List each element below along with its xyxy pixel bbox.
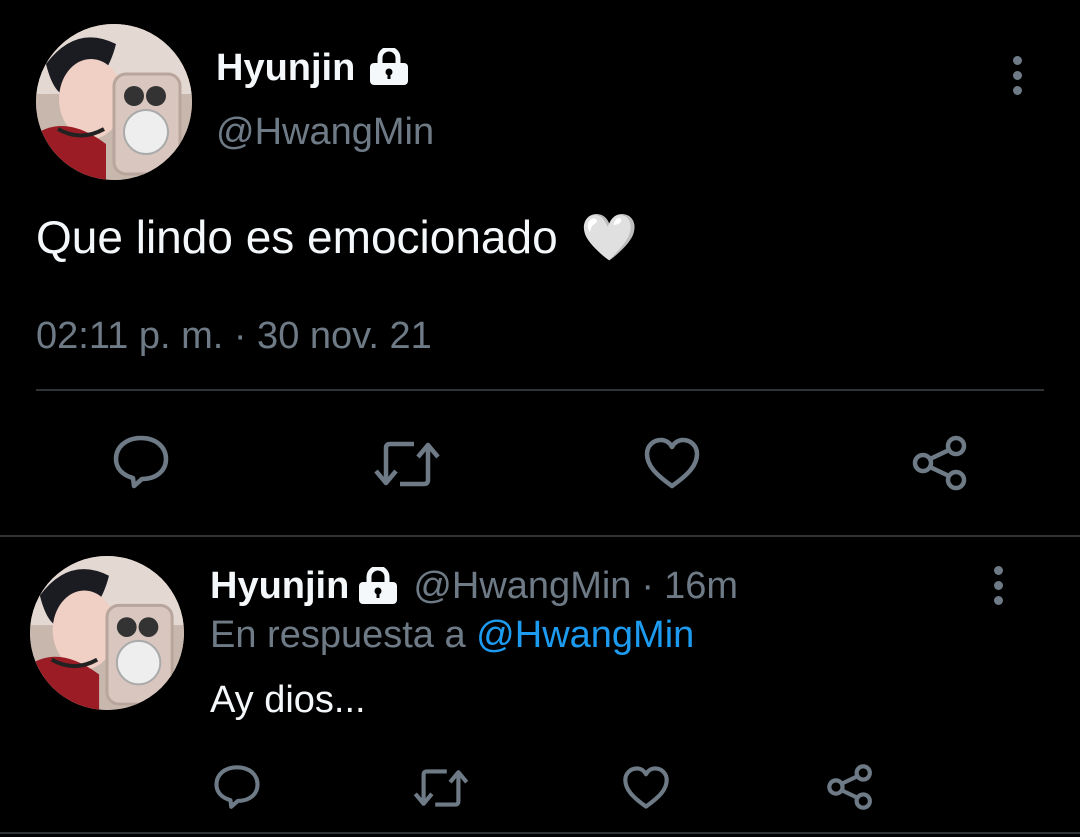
reply-author-avatar[interactable]	[30, 556, 184, 710]
separator-dot: ·	[641, 565, 655, 607]
tweet-text-row: Que lindo es emocionado 🤍	[36, 208, 638, 266]
reply-header: Hyunjin @HwangMin · 16m	[210, 563, 738, 609]
tweet-text: Que lindo es emocionado	[36, 211, 558, 263]
reply-author-handle[interactable]: @HwangMin	[413, 563, 631, 609]
reply-icon[interactable]	[213, 764, 261, 810]
lock-icon	[368, 48, 410, 86]
section-divider	[0, 535, 1080, 537]
tweet-timestamp: 02:11 p. m. · 30 nov. 21	[36, 315, 432, 357]
reply-icon[interactable]	[112, 434, 170, 490]
replying-to-line: En respuesta a @HwangMin	[210, 612, 694, 658]
share-icon[interactable]	[910, 434, 970, 492]
more-options-icon[interactable]	[986, 566, 1010, 611]
author-name[interactable]: Hyunjin	[216, 44, 355, 92]
reply-text: Ay dios...	[210, 679, 366, 721]
replying-to-label: En respuesta a	[210, 614, 466, 656]
replying-to-link[interactable]: @HwangMin	[476, 614, 694, 656]
reply-author-name[interactable]: Hyunjin	[210, 563, 349, 609]
author-handle[interactable]: @HwangMin	[216, 108, 434, 156]
more-options-icon[interactable]	[1005, 56, 1029, 101]
share-icon[interactable]	[825, 763, 875, 811]
bottom-divider	[0, 832, 1080, 834]
like-icon[interactable]	[643, 436, 701, 490]
white-heart-emoji: 🤍	[580, 211, 638, 263]
retweet-icon[interactable]	[372, 438, 442, 490]
reply-time-ago: 16m	[664, 565, 738, 607]
author-avatar[interactable]	[36, 24, 192, 180]
retweet-icon[interactable]	[412, 766, 470, 810]
lock-icon	[357, 567, 399, 605]
divider	[36, 389, 1044, 391]
like-icon[interactable]	[622, 765, 670, 810]
